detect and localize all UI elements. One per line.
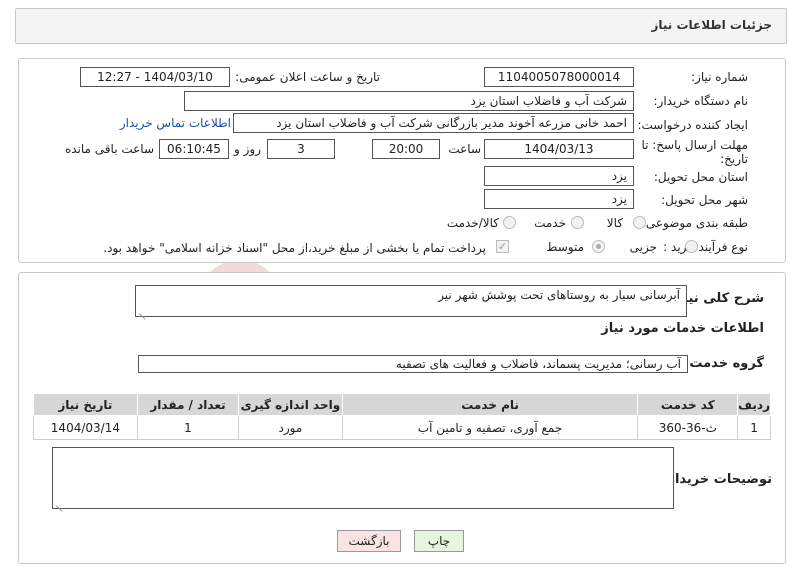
process-option-medium: متوسط [546,240,584,254]
requester-label: ایجاد کننده درخواست: [637,118,748,132]
category-radio-goods-service[interactable] [503,216,516,229]
remaining-time-label: ساعت باقی مانده [64,142,154,156]
back-button[interactable]: بازگشت [337,530,401,552]
buyer-notes-label: توضیحات خریدار: [662,472,772,487]
buyer-org-field: شرکت آب و فاضلاب استان یزد [184,91,634,111]
category-label: طبقه بندی موضوعی: [641,216,748,230]
province-field: یزد [484,166,634,186]
process-option-minor: جزیی [629,240,657,254]
payment-checkbox[interactable]: ✓ [496,240,509,253]
province-label: استان محل تحویل: [653,170,748,184]
cell-name: جمع آوری، تصفیه و تامین آب [341,415,639,440]
buyer-contact-link[interactable]: اطلاعات تماس خریدار [120,116,231,130]
city-field: یزد [484,189,634,209]
cell-row: 1 [737,415,771,440]
service-group-field: آب رسانی؛ مدیریت پسماند، فاضلاب و فعالیت… [138,355,688,373]
page-title: جزئیات اطلاعات نیاز [651,18,772,32]
service-group-label: گروه خدمت: [684,356,764,371]
need-number-label: شماره نیاز: [691,70,748,84]
services-section-title: اطلاعات خدمات مورد نیاز [601,321,764,336]
process-type-label: نوع فرآیند خرید : [663,240,748,254]
resize-grip-icon[interactable] [56,498,64,506]
page-header: جزئیات اطلاعات نیاز [15,8,787,44]
requester-field: احمد خانی مزرعه آخوند مدیر بازرگانی شرکت… [233,113,634,133]
col-code-header: کد خدمت [637,393,739,416]
remaining-time-field: 06:10:45 [159,139,229,159]
print-button[interactable]: چاپ [414,530,464,552]
deadline-time-label: ساعت [448,142,481,156]
deadline-time-field: 20:00 [372,139,440,159]
summary-text: آبرسانی سیار به روستاهای تحت پوشش شهر نی… [438,288,680,302]
col-qty-header: تعداد / مقدار [136,393,240,416]
col-unit-header: واحد اندازه گیری [238,393,343,416]
process-radio-minor[interactable] [685,240,698,253]
days-remaining-field: 3 [267,139,335,159]
announce-date-field: 1404/03/10 - 12:27 [80,67,230,87]
payment-note: پرداخت تمام یا بخشی از مبلغ خرید،از محل … [103,241,486,255]
cell-qty: 1 [136,415,240,440]
cell-unit: مورد [238,415,343,440]
process-radio-medium[interactable] [592,240,605,253]
need-number-field: 1104005078000014 [484,67,634,87]
category-radio-service[interactable] [571,216,584,229]
announce-date-label: تاریخ و ساعت اعلان عمومی: [235,70,380,84]
deadline-label: مهلت ارسال پاسخ: تا تاریخ: [641,138,748,166]
resize-grip-icon[interactable] [139,306,147,314]
category-option-goods-service: کالا/خدمت [446,216,499,230]
buyer-org-label: نام دستگاه خریدار: [653,94,749,108]
col-row-header: ردیف [737,393,771,416]
table-row: 1 ث-36-360 جمع آوری، تصفیه و تامین آب مو… [33,415,771,440]
category-radio-goods[interactable] [633,216,646,229]
buyer-notes-textarea[interactable] [52,447,674,509]
category-option-service: خدمت [534,216,566,230]
days-label: روز و [234,142,261,156]
summary-textarea[interactable]: آبرسانی سیار به روستاهای تحت پوشش شهر نی… [135,285,687,317]
col-date-header: تاریخ نیاز [33,393,138,416]
cell-date: 1404/03/14 [33,415,138,440]
services-table: ردیف کد خدمت نام خدمت واحد اندازه گیری ت… [33,393,771,440]
col-name-header: نام خدمت [341,393,639,416]
city-label: شهر محل تحویل: [661,193,748,207]
category-option-goods: کالا [606,216,623,230]
cell-code: ث-36-360 [637,415,739,440]
table-header-row: ردیف کد خدمت نام خدمت واحد اندازه گیری ت… [33,393,771,416]
deadline-date-field: 1404/03/13 [484,139,634,159]
